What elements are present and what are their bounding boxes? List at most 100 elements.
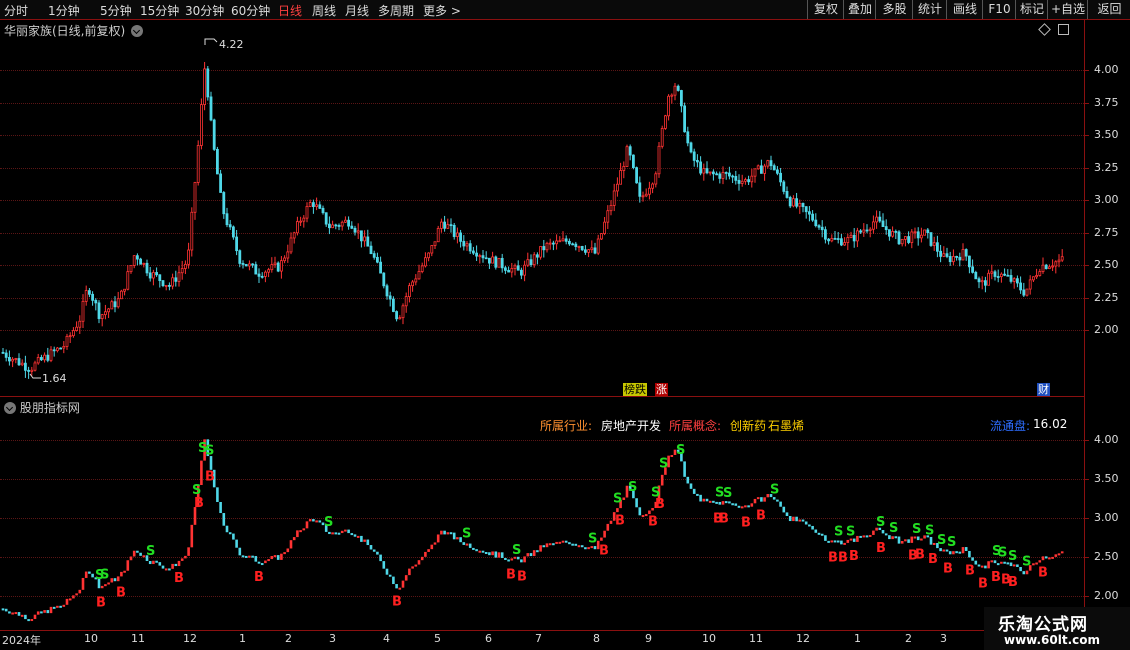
x-label: 11: [131, 632, 145, 645]
candle-body: [193, 182, 197, 213]
indicator-bar: [40, 611, 43, 614]
indicator-bar: [420, 556, 424, 561]
indicator-bar: [622, 497, 626, 500]
candle-body: [267, 269, 271, 273]
candle-body: [977, 278, 981, 283]
sell-signal: S: [146, 544, 155, 559]
mark-button[interactable]: 标记: [1015, 0, 1048, 19]
indicator-bar: [273, 555, 277, 558]
candle-body: [932, 242, 936, 246]
candlestick-chart[interactable]: [0, 20, 1084, 396]
period-tab-weekly[interactable]: 周线: [312, 2, 336, 19]
candle-body: [23, 362, 27, 371]
f10-button[interactable]: F10: [982, 0, 1016, 19]
sell-signal: S: [100, 568, 109, 583]
candle-body: [174, 277, 178, 282]
indicator-bar: [574, 543, 578, 546]
candle-body: [958, 256, 962, 261]
indicator-bar: [299, 530, 302, 533]
indicator-bar: [456, 537, 459, 540]
candle-body: [228, 224, 232, 228]
indicator-bar: [132, 550, 136, 557]
candle-body: [760, 165, 763, 174]
indicator-bar: [136, 550, 139, 553]
candle-body: [324, 212, 328, 225]
y-tick: [1084, 596, 1089, 597]
back-button[interactable]: 返回: [1087, 0, 1130, 19]
multi-stock-button[interactable]: 多股: [875, 0, 913, 19]
indicator-bar: [731, 503, 734, 506]
indicator-bar: [190, 524, 194, 548]
candle-body: [894, 231, 898, 233]
period-tab-5min[interactable]: 5分钟: [100, 2, 132, 19]
indicator-bar: [369, 545, 373, 550]
candle-body: [1025, 288, 1029, 296]
candle-body: [238, 250, 242, 264]
indicator-bar: [593, 546, 597, 550]
candle-body: [686, 131, 690, 144]
indicator-bar: [635, 498, 638, 508]
period-tab-multi[interactable]: 多周期: [378, 2, 414, 19]
period-tab-1min[interactable]: 1分钟: [48, 2, 80, 19]
indicator-bar: [670, 454, 674, 457]
indicator-bar: [379, 554, 382, 562]
overlay-button[interactable]: 叠加: [843, 0, 876, 19]
candle-body: [859, 230, 862, 233]
buy-signal: B: [928, 552, 938, 567]
indicator-bar: [107, 582, 110, 585]
period-tab-30min[interactable]: 30分钟: [185, 2, 224, 19]
indicator-bar: [856, 535, 859, 542]
candle-body: [199, 104, 203, 146]
period-tab-daily[interactable]: 日线: [278, 2, 302, 19]
indicator-bar: [737, 505, 741, 508]
candle-body: [808, 211, 811, 215]
add-favorite-button[interactable]: +自选: [1047, 0, 1088, 19]
statistics-button[interactable]: 统计: [912, 0, 947, 19]
decline-rank-badge[interactable]: 榜跌: [623, 383, 647, 396]
indicator-chart[interactable]: BBBBBBBB BBB BBBB B BB B BB BB BB BB B BBBSSSSSSSSS…: [0, 397, 1084, 630]
candle-body: [395, 311, 399, 320]
candle-body: [654, 173, 658, 185]
period-tab-monthly[interactable]: 月线: [345, 2, 369, 19]
indicator-bar: [600, 537, 603, 541]
candle-body: [68, 335, 72, 338]
indicator-bar: [68, 598, 72, 601]
sell-signal: S: [205, 444, 214, 459]
indicator-bar: [315, 520, 318, 523]
indicator-bar: [417, 560, 421, 565]
restore-rights-button[interactable]: 复权: [807, 0, 844, 19]
indicator-bar: [305, 521, 309, 529]
indicator-bar: [798, 519, 802, 522]
candle-body: [744, 179, 747, 182]
candle-body: [94, 299, 98, 304]
candle-body: [270, 264, 274, 271]
candle-body: [718, 173, 722, 179]
sell-signal: S: [628, 480, 637, 495]
period-tab-timeshare[interactable]: 分时: [4, 2, 28, 19]
candle-body: [590, 247, 594, 251]
period-tab-60min[interactable]: 60分钟: [231, 2, 270, 19]
indicator-bar: [14, 612, 18, 615]
candle-body: [276, 262, 280, 272]
finance-badge[interactable]: 财: [1037, 383, 1050, 396]
candle-body: [283, 257, 287, 262]
indicator-bar: [590, 546, 594, 549]
candle-body: [209, 96, 213, 121]
indicator-bar: [740, 506, 744, 509]
candle-body: [516, 265, 520, 271]
candle-body: [203, 68, 207, 105]
indicator-bar: [84, 571, 88, 578]
x-label: 3: [329, 632, 336, 645]
candle-body: [398, 317, 402, 320]
indicator-bar: [292, 537, 296, 541]
candle-body: [571, 243, 574, 246]
candle-body: [891, 231, 894, 237]
rise-badge[interactable]: 涨: [655, 383, 668, 396]
draw-line-button[interactable]: 画线: [946, 0, 983, 19]
buy-signal: B: [174, 571, 184, 586]
candle-body: [724, 172, 728, 174]
period-tab-more[interactable]: 更多 >: [423, 2, 461, 19]
indicator-bar: [696, 493, 699, 496]
candle-body: [500, 257, 504, 269]
period-tab-15min[interactable]: 15分钟: [140, 2, 179, 19]
